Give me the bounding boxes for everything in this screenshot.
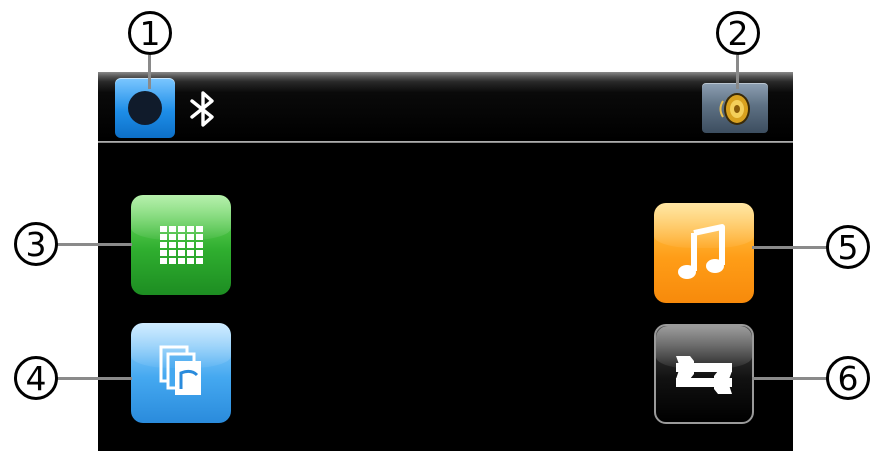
music-note-icon	[678, 224, 725, 279]
music-app-button[interactable]	[654, 203, 754, 303]
callout-marker-4: 4	[14, 356, 58, 400]
status-bar-divider	[98, 141, 793, 143]
speaker-icon	[719, 93, 750, 125]
callout-line-5	[752, 246, 828, 249]
speaker-button[interactable]	[702, 83, 768, 133]
callout-line-6	[752, 377, 828, 380]
callout-stem-1	[148, 55, 151, 89]
device-screen	[98, 72, 793, 451]
keypad-app-button[interactable]	[131, 195, 231, 295]
status-bar	[98, 72, 793, 140]
callout-line-4	[56, 377, 132, 380]
callout-marker-6: 6	[826, 356, 870, 400]
bluetooth-button[interactable]	[115, 78, 175, 138]
settings-app-button[interactable]	[654, 324, 754, 424]
files-app-button[interactable]	[131, 323, 231, 423]
callout-marker-2: 2	[716, 11, 760, 55]
callout-marker-5: 5	[826, 225, 870, 269]
files-icon	[159, 345, 201, 395]
callout-stem-2	[736, 55, 739, 89]
callout-marker-1: 1	[128, 11, 172, 55]
callout-line-3	[56, 243, 132, 246]
wrench-icon	[676, 356, 732, 394]
keypad-icon	[160, 226, 203, 264]
bluetooth-status-icon	[190, 91, 214, 127]
bluetooth-icon-badge	[128, 91, 162, 125]
callout-marker-3: 3	[14, 222, 58, 266]
